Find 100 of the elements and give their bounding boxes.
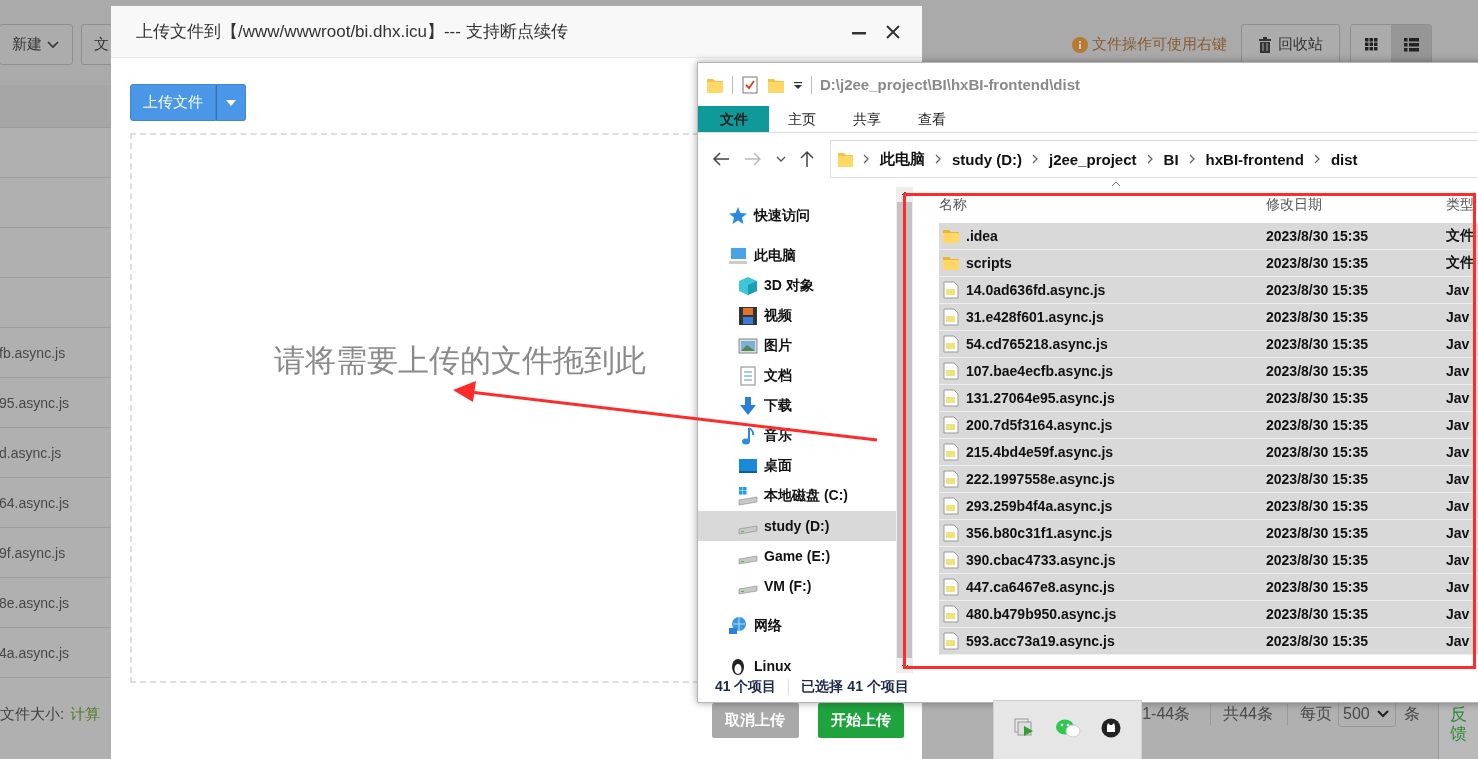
file-name: 4a.async.js [0, 644, 70, 661]
hint-text: 文件操作可使用右键 [1092, 35, 1227, 54]
file-type: Jav [1446, 444, 1471, 460]
file-row[interactable]: 480.b479b950.async.js 2023/8/30 15:35 Jav [939, 601, 1478, 628]
file-date: 2023/8/30 15:35 [1266, 471, 1369, 487]
file-name: 107.bae4ecfb.async.js [966, 363, 1114, 379]
file-type: Jav [1446, 417, 1471, 433]
file-row[interactable]: 356.b80c31f1.async.js 2023/8/30 15:35 Jav [939, 520, 1478, 547]
file-date: 2023/8/30 15:35 [1266, 255, 1369, 271]
file-type: Jav [1446, 633, 1471, 649]
file-name: 14.0ad636fd.async.js [966, 282, 1106, 298]
file-name: 222.1997558e.async.js [966, 471, 1115, 487]
file-row[interactable]: 200.7d5f3164.async.js 2023/8/30 15:35 Jav [939, 412, 1478, 439]
file-row[interactable]: 14.0ad636fd.async.js 2023/8/30 15:35 Jav [939, 277, 1478, 304]
file-date: 2023/8/30 15:35 [1266, 579, 1369, 595]
file-name: 593.acc73a19.async.js [966, 633, 1115, 649]
breadcrumb-item[interactable]: j2ee_project [1049, 150, 1137, 168]
file-row[interactable]: 215.4bd4e59f.async.js 2023/8/30 15:35 Jav [939, 439, 1478, 466]
nav-item[interactable]: 网络 [698, 611, 897, 641]
nav-item[interactable]: 快速访问 [698, 201, 897, 231]
file-row[interactable]: 447.ca6467e8.async.js 2023/8/30 15:35 Jav [939, 574, 1478, 601]
page-range: 1-44条 [1142, 703, 1191, 724]
file-date: 2023/8/30 15:35 [1266, 363, 1369, 379]
ribbon-tab[interactable]: 共享 [834, 106, 899, 132]
nav-item[interactable]: 桌面 [698, 451, 897, 481]
breadcrumb-item[interactable]: BI [1163, 150, 1179, 168]
file-type: Jav [1446, 552, 1471, 568]
file-date: 2023/8/30 15:35 [1266, 444, 1369, 460]
file-type: 文件 [1446, 227, 1475, 245]
file-date: 2023/8/30 15:35 [1266, 552, 1369, 568]
file-name: 95.async.js [0, 394, 70, 411]
file-row[interactable]: 593.acc73a19.async.js 2023/8/30 15:35 Jav [939, 628, 1478, 655]
file-row[interactable]: 390.cbac4733.async.js 2023/8/30 15:35 Jav [939, 547, 1478, 574]
file-row[interactable]: 293.259b4f4a.async.js 2023/8/30 15:35 Jav [939, 493, 1478, 520]
file-name: 31.e428f601.async.js [966, 309, 1104, 325]
file-date: 2023/8/30 15:35 [1266, 228, 1369, 244]
nav-item[interactable]: 此电脑 [698, 241, 897, 271]
file-row[interactable]: 31.e428f601.async.js 2023/8/30 15:35 Jav [939, 304, 1478, 331]
file-name: 9f.async.js [0, 544, 66, 561]
nav-item[interactable]: Game (E:) [698, 541, 897, 571]
file-type: Jav [1446, 309, 1471, 325]
file-name: fb.async.js [0, 344, 66, 361]
column-header[interactable]: 修改日期 [1266, 196, 1446, 214]
file-date: 2023/8/30 15:35 [1266, 417, 1369, 433]
file-type: Jav [1446, 336, 1471, 352]
address-bar[interactable]: 此电脑 study (D:) j2ee_project BI hxBI-frontend dist [830, 140, 1478, 178]
file-name: d.async.js [0, 444, 62, 461]
nav-item[interactable]: 本地磁盘 (C:) [698, 481, 897, 511]
unit-label: 条 [1404, 703, 1420, 724]
nav-item[interactable]: 视频 [698, 301, 897, 331]
file-type: Jav [1446, 282, 1471, 298]
file-date: 2023/8/30 15:35 [1266, 498, 1369, 514]
file-date: 2023/8/30 15:35 [1266, 633, 1369, 649]
nav-item[interactable]: study (D:) [698, 511, 897, 541]
breadcrumb-item[interactable]: dist [1330, 150, 1358, 168]
file-type: Jav [1446, 579, 1471, 595]
nav-item[interactable]: 下载 [698, 391, 897, 421]
file-name: 215.4bd4e59f.async.js [966, 444, 1114, 460]
nav-item[interactable]: VM (F:) [698, 571, 897, 601]
file-name: 293.259b4f4a.async.js [966, 498, 1113, 514]
file-date: 2023/8/30 15:35 [1266, 282, 1369, 298]
file-date: 2023/8/30 15:35 [1266, 525, 1369, 541]
file-row[interactable]: 131.27064e95.async.js 2023/8/30 15:35 Jav [939, 385, 1478, 412]
column-header[interactable]: 类型 [1446, 196, 1478, 214]
file-name: 356.b80c31f1.async.js [966, 525, 1113, 541]
nav-item[interactable]: 3D 对象 [698, 271, 897, 301]
file-type: Jav [1446, 390, 1471, 406]
file-type: Jav [1446, 525, 1471, 541]
file-row[interactable]: .idea 2023/8/30 15:35 文件 [939, 223, 1478, 250]
dialog-title: 上传文件到【/www/wwwroot/bi.dhx.icu】--- 支持断点续传 [136, 21, 569, 43]
file-row[interactable]: 107.bae4ecfb.async.js 2023/8/30 15:35 Jav [939, 358, 1478, 385]
file-row[interactable]: 222.1997558e.async.js 2023/8/30 15:35 Jav [939, 466, 1478, 493]
file-date: 2023/8/30 15:35 [1266, 309, 1369, 325]
nav-item[interactable]: 图片 [698, 331, 897, 361]
file-name: scripts [966, 255, 1012, 271]
size-label: 文件大小: [0, 704, 65, 724]
file-type: Jav [1446, 471, 1471, 487]
file-name: 131.27064e95.async.js [966, 390, 1115, 406]
file-name: 390.cbac4733.async.js [966, 552, 1116, 568]
column-header[interactable]: 名称 [939, 196, 1266, 214]
file-row[interactable]: 54.cd765218.async.js 2023/8/30 15:35 Jav [939, 331, 1478, 358]
file-type: Jav [1446, 606, 1471, 622]
new-button[interactable]: 新建 [0, 24, 73, 65]
file-date: 2023/8/30 15:35 [1266, 336, 1369, 352]
ribbon-tab[interactable]: 文件 [698, 106, 769, 132]
file-name: 480.b479b950.async.js [966, 606, 1117, 622]
file-name: 54.cd765218.async.js [966, 336, 1108, 352]
file-type: Jav [1446, 363, 1471, 379]
breadcrumb-item[interactable]: study (D:) [952, 150, 1022, 168]
file-name: 64.async.js [0, 494, 70, 511]
drop-hint: 请将需要上传的文件拖到此 [274, 342, 646, 380]
file-date: 2023/8/30 15:35 [1266, 390, 1369, 406]
nav-item[interactable]: 文档 [698, 361, 897, 391]
ribbon-tab[interactable]: 主页 [769, 106, 834, 132]
file-row[interactable]: scripts 2023/8/30 15:35 文件 [939, 250, 1478, 277]
recycle-bin-button[interactable]: 回收站 [1241, 24, 1340, 65]
file-type: 文件 [1446, 254, 1475, 272]
breadcrumb-item[interactable]: hxBI-frontend [1205, 150, 1304, 168]
file-name: 447.ca6467e8.async.js [966, 579, 1115, 595]
ribbon-tab[interactable]: 查看 [899, 106, 964, 132]
